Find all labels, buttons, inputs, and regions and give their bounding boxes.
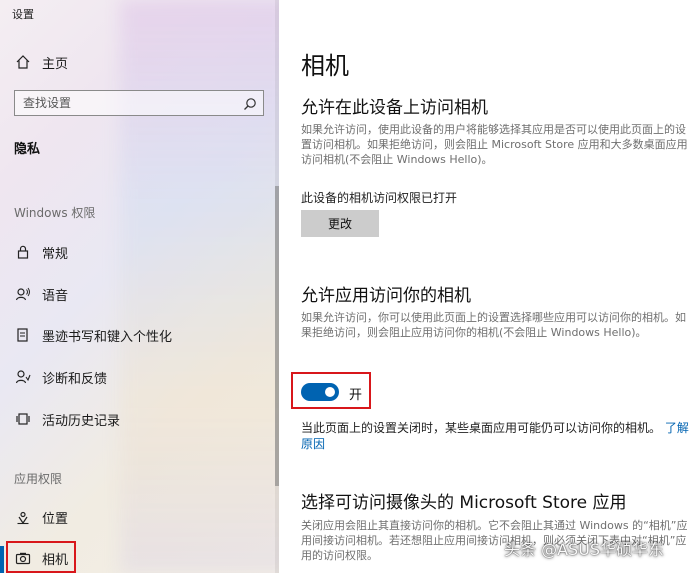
- app-access-heading: 允许应用访问你的相机: [301, 286, 471, 306]
- change-button[interactable]: 更改: [301, 210, 379, 237]
- search-box[interactable]: [14, 90, 264, 116]
- app-access-info: 当此页面上的设置关闭时，某些桌面应用可能仍可以访问你的相机。 了解原因: [301, 420, 696, 452]
- device-access-description: 如果允许访问，使用此设备的用户将能够选择其应用是否可以使用此页面上的设置访问相机…: [301, 123, 688, 166]
- sidebar-item-label: 墨迹书写和键入个性化: [42, 329, 173, 345]
- camera-highlight-box: [6, 541, 76, 573]
- info-text: 当此页面上的设置关闭时，某些桌面应用可能仍可以访问你的相机。: [301, 421, 662, 435]
- sidebar-item-activity-history[interactable]: 活动历史记录: [0, 402, 270, 436]
- app-access-description: 如果允许访问，你可以使用此页面上的设置选择哪些应用可以访问你的相机。如果拒绝访问…: [301, 311, 686, 339]
- diagnostics-icon: [14, 368, 32, 386]
- activity-history-icon: [14, 410, 32, 428]
- page-title: 相机: [301, 52, 349, 80]
- sidebar-item-label: 主页: [42, 56, 69, 72]
- sidebar-item-label: 位置: [42, 511, 69, 527]
- sidebar-item-label: 诊断和反馈: [42, 371, 108, 387]
- section-privacy: 隐私: [14, 142, 41, 157]
- search-icon[interactable]: [243, 96, 257, 110]
- watermark: 头条 @ASUS华硕华东: [504, 540, 665, 559]
- location-icon: [14, 508, 32, 526]
- toggle-state-label: 开: [349, 388, 363, 403]
- section-windows-permissions: Windows 权限: [14, 206, 96, 220]
- speech-icon: [14, 285, 32, 303]
- store-apps-heading: 选择可访问摄像头的 Microsoft Store 应用: [301, 493, 627, 513]
- sidebar-item-inking[interactable]: 墨迹书写和键入个性化: [0, 318, 270, 352]
- home-icon: [14, 53, 32, 71]
- app-title: 设置: [12, 8, 34, 21]
- sidebar-item-home[interactable]: 主页: [0, 45, 270, 79]
- lock-icon: [14, 243, 32, 261]
- sidebar-item-label: 活动历史记录: [42, 413, 121, 429]
- sidebar-item-diagnostics[interactable]: 诊断和反馈: [0, 360, 270, 394]
- sidebar: 设置 主页 隐私 Windows 权限 常规 语音 墨迹书写和键入个性化: [0, 0, 279, 573]
- section-app-permissions: 应用权限: [14, 472, 63, 486]
- handwriting-icon: [14, 326, 32, 344]
- selected-indicator: [0, 546, 4, 573]
- toggle-knob: [325, 387, 335, 397]
- main-content: 相机 允许在此设备上访问相机 如果允许访问，使用此设备的用户将能够选择其应用是否…: [279, 0, 700, 573]
- device-access-heading: 允许在此设备上访问相机: [301, 98, 488, 118]
- sidebar-item-label: 语音: [42, 288, 69, 304]
- search-input[interactable]: [23, 94, 228, 112]
- app-access-toggle[interactable]: [301, 383, 339, 401]
- sidebar-item-speech[interactable]: 语音: [0, 277, 270, 311]
- device-access-status: 此设备的相机访问权限已打开: [301, 191, 458, 205]
- sidebar-item-location[interactable]: 位置: [0, 500, 270, 534]
- sidebar-item-general[interactable]: 常规: [0, 235, 270, 269]
- sidebar-item-label: 常规: [42, 246, 69, 262]
